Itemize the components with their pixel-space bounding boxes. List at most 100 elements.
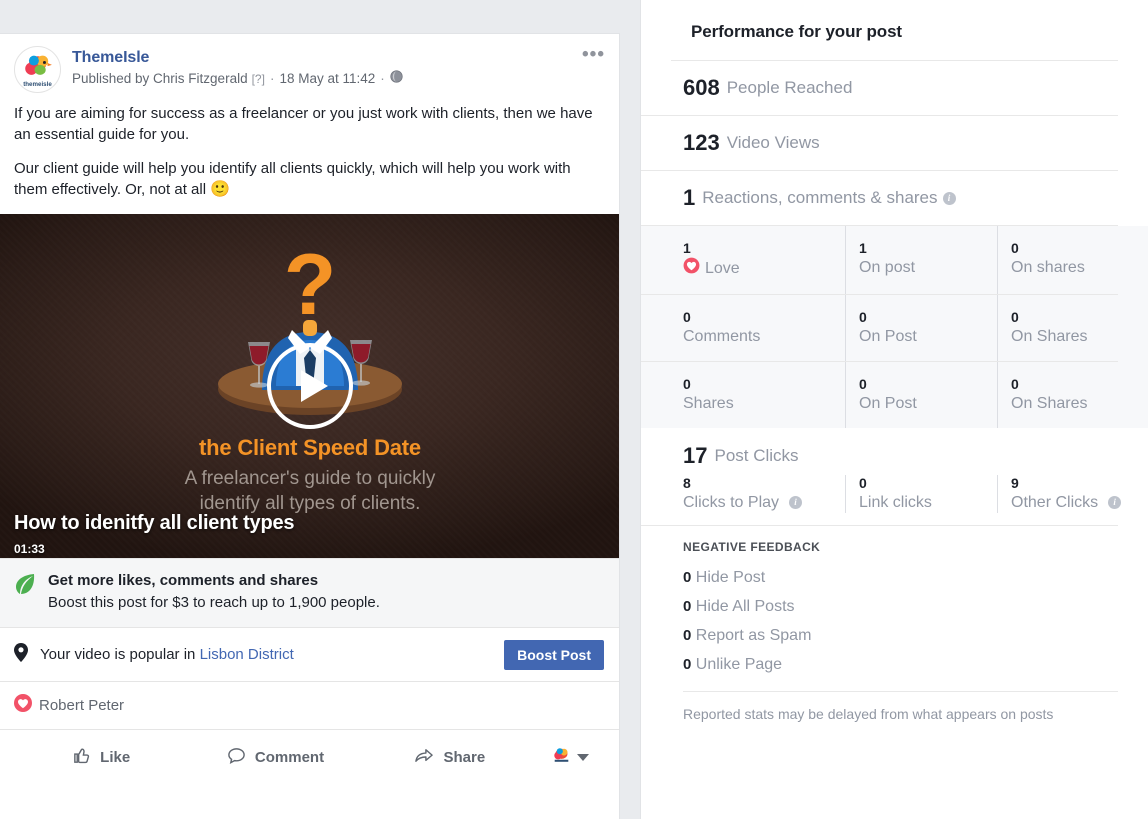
love-on-shares-count: 0	[1011, 240, 1019, 256]
share-label: Share	[443, 749, 486, 766]
grid-cell-comments: 0 Comments	[683, 295, 845, 361]
svg-text:?: ?	[284, 237, 337, 333]
grid-cell-comments-on-post: 0 On Post	[845, 295, 997, 361]
negative-feedback-section: NEGATIVE FEEDBACK 0 Hide Post 0 Hide All…	[641, 526, 1148, 679]
insights-title: Performance for your post	[691, 22, 902, 41]
globe-privacy-icon[interactable]	[390, 70, 403, 88]
video-thumbnail[interactable]: ? the Client Speed Date A freelancer's g…	[0, 214, 619, 558]
love-label-wrap: Love	[683, 257, 845, 280]
post-clicks-breakdown: 8 Clicks to Play i 0 Link clicks 9 Other…	[641, 475, 1122, 526]
themeisle-logo-icon: themeisle	[15, 47, 60, 92]
thumbs-up-icon	[72, 746, 91, 769]
reactions-info-icon[interactable]: i	[942, 191, 956, 205]
share-button[interactable]: Share	[363, 746, 537, 769]
play-button[interactable]	[267, 343, 353, 429]
grid-cell-shares: 0 Shares	[683, 362, 845, 428]
grid-cell-shares-on-shares: 0 On Shares	[997, 362, 1147, 428]
page-name[interactable]: ThemeIsle	[72, 48, 403, 67]
share-as-page-picker[interactable]	[537, 747, 605, 769]
unlike-page-label: Unlike Page	[695, 656, 783, 673]
negative-item-hide-post: 0 Hide Post	[683, 563, 915, 592]
location-pin-icon	[14, 642, 28, 667]
shares-on-post-count: 0	[859, 376, 867, 392]
negative-item-unlike-page: 0 Unlike Page	[683, 650, 915, 679]
post-timestamp[interactable]: 18 May at 11:42	[279, 70, 375, 88]
video-title-graphic: the Client Speed Date	[199, 435, 421, 460]
comments-on-post-label: On Post	[859, 328, 917, 345]
hide-all-posts-label: Hide All Posts	[695, 598, 795, 615]
like-button[interactable]: Like	[14, 746, 188, 769]
post-options-icon[interactable]: •••	[582, 45, 605, 64]
published-by: Published by Chris Fitzgerald	[72, 71, 248, 86]
table-row: 0 Shares 0 On Post 0 On Shares	[641, 362, 1118, 428]
post-meta: Published by Chris Fitzgerald [?] · 18 M…	[72, 70, 403, 88]
popular-location-link[interactable]: Lisbon District	[200, 646, 294, 663]
reaction-breakdown-grid: 1 Love 1 On post 0 On shares 0 Comments …	[641, 226, 1148, 428]
other-clicks-label-wrap: Other Clicks i	[1011, 492, 1147, 513]
people-reached-value: 608	[683, 75, 720, 100]
popular-location-row: Your video is popular in Lisbon District…	[0, 628, 619, 682]
clicks-to-play-info-icon[interactable]: i	[789, 496, 803, 509]
other-clicks-label: Other Clicks	[1011, 494, 1099, 511]
love-on-post-label: On post	[859, 259, 916, 276]
insights-row-people-reached: 608 People Reached	[641, 61, 1118, 116]
chevron-down-icon[interactable]	[576, 754, 589, 761]
comment-bubble-icon	[227, 746, 246, 769]
love-heart-icon	[683, 257, 700, 280]
shares-on-shares-count: 0	[1011, 376, 1019, 392]
report-as-spam-label: Report as Spam	[695, 627, 812, 644]
grid-cell-shares-on-post: 0 On Post	[845, 362, 997, 428]
negative-item-hide-all-posts: 0 Hide All Posts	[683, 592, 915, 621]
svg-text:themeisle: themeisle	[23, 81, 52, 88]
share-arrow-icon	[414, 746, 434, 769]
avatar[interactable]: themeisle	[14, 46, 61, 93]
love-on-shares-label: On shares	[1011, 259, 1085, 276]
video-views-label: Video Views	[726, 133, 820, 152]
screenshot-root: themeisle ThemeIsle Published by Chris F…	[0, 0, 1148, 819]
hide-post-label: Hide Post	[695, 569, 766, 586]
video-subtitle-graphic: A freelancer's guide to quickly identify…	[0, 466, 619, 516]
post-clicks-header: 17 Post Clicks	[641, 428, 1148, 475]
meta-separator-1: ·	[269, 71, 275, 86]
grid-cell-love: 1 Love	[683, 226, 845, 294]
grid-cell-love-on-post: 1 On post	[845, 226, 997, 294]
post-body: If you are aiming for success as a freel…	[0, 93, 619, 214]
facebook-post-card: themeisle ThemeIsle Published by Chris F…	[0, 33, 620, 819]
popular-prefix: Your video is popular in	[40, 646, 200, 663]
reactors-row: Robert Peter	[0, 682, 619, 730]
video-overlay-title: How to idenitfy all client types	[14, 512, 295, 534]
other-clicks-info-icon[interactable]: i	[1108, 496, 1122, 509]
boost-promo-subtitle: Boost this post for $3 to reach up to 1,…	[48, 594, 380, 611]
post-paragraph-2: Our client guide will help you identify …	[14, 158, 605, 200]
love-reaction-icon	[14, 694, 32, 717]
table-row: 1 Love 1 On post 0 On shares	[641, 226, 1118, 295]
reactions-total-label: Reactions, comments & shares	[702, 188, 938, 207]
grid-cell-link-clicks: 0 Link clicks	[845, 475, 997, 513]
post-insights-panel: Performance for your post 608 People Rea…	[640, 0, 1148, 819]
negative-feedback-grid: 0 Hide Post 0 Hide All Posts 0 Report as…	[683, 563, 1113, 679]
love-label: Love	[705, 260, 740, 277]
grid-cell-clicks-to-play: 8 Clicks to Play i	[683, 475, 845, 513]
boost-promo-text: Get more likes, comments and shares Boos…	[48, 571, 380, 613]
insights-row-reactions-comments-shares: 1 Reactions, comments & shares i	[641, 171, 1118, 226]
comment-button[interactable]: Comment	[188, 746, 362, 769]
clicks-to-play-count: 8	[683, 475, 691, 491]
boost-promo: Get more likes, comments and shares Boos…	[0, 558, 619, 628]
shares-count: 0	[683, 376, 691, 392]
post-clicks-value: 17	[683, 443, 708, 468]
boost-promo-title: Get more likes, comments and shares	[48, 572, 319, 589]
post-header-text: ThemeIsle Published by Chris Fitzgerald …	[72, 46, 403, 88]
post-actions-bar: Like Comment Share	[0, 730, 619, 785]
grid-cell-love-on-shares: 0 On shares	[997, 226, 1147, 294]
green-leaf-icon	[14, 573, 36, 600]
clicks-to-play-label-wrap: Clicks to Play i	[683, 492, 845, 513]
hide-all-posts-count: 0	[683, 598, 692, 615]
grid-cell-comments-on-shares: 0 On Shares	[997, 295, 1147, 361]
boost-post-button[interactable]: Boost Post	[504, 639, 604, 670]
grid-cell-other-clicks: 9 Other Clicks i	[997, 475, 1147, 513]
insights-footnote: Reported stats may be delayed from what …	[683, 706, 1054, 722]
comments-on-shares-count: 0	[1011, 309, 1019, 325]
reactor-name[interactable]: Robert Peter	[39, 697, 124, 714]
published-by-help-icon[interactable]: [?]	[252, 70, 265, 88]
negative-item-report-as-spam: 0 Report as Spam	[683, 621, 915, 650]
